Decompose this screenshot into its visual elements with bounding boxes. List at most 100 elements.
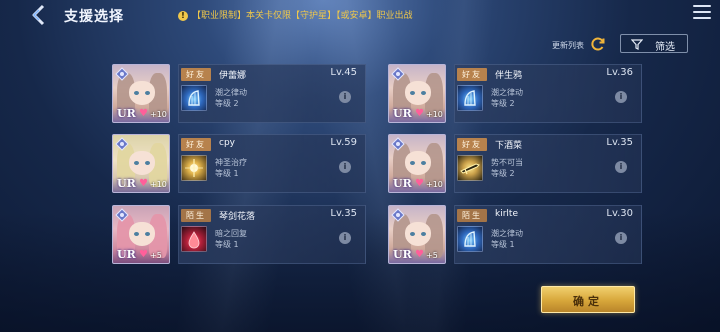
rarity-label: UR	[393, 107, 412, 120]
confirm-button[interactable]: 确定	[541, 286, 635, 313]
character-portrait: UR ♥ +5	[388, 205, 446, 264]
character-portrait: UR ♥ +10	[388, 134, 446, 193]
heart-icon: ♥	[415, 178, 424, 189]
support-card[interactable]: UR ♥ +10 好友 cpy Lv.59 神圣治疗 等级 1 i	[112, 134, 366, 193]
portrait-eye	[134, 91, 139, 95]
job-class-icon	[391, 208, 405, 222]
job-class-icon	[391, 67, 405, 81]
hamburger-icon-line	[693, 11, 711, 13]
job-class-icon	[391, 137, 405, 151]
skill-name: 潮之律动	[491, 229, 523, 238]
heart-icon: ♥	[139, 249, 148, 260]
portrait-eye	[421, 232, 426, 236]
support-card[interactable]: UR ♥ +5 陌生 kirlte Lv.30 潮之律动等级 1 i	[388, 205, 642, 264]
portrait-face	[129, 151, 155, 175]
heart-icon: ♥	[139, 108, 148, 119]
relation-tag: 好友	[457, 138, 487, 151]
support-card[interactable]: UR ♥ +10 好友 伴生鸦 Lv.36 潮之律动 等级 2 i	[388, 64, 642, 123]
job-class-icon	[115, 137, 129, 151]
portrait-eye	[145, 91, 150, 95]
info-icon[interactable]: i	[339, 232, 351, 244]
player-level: Lv.45	[330, 67, 357, 78]
character-portrait: UR ♥ +10	[112, 134, 170, 193]
info-icon[interactable]: i	[339, 161, 351, 173]
portrait-eye	[421, 161, 426, 165]
skill-name: 神圣治疗	[215, 158, 247, 167]
bond-level: +5	[426, 251, 438, 260]
player-name: 琴剑花落	[219, 212, 256, 222]
skill-level: 等级 1	[491, 240, 515, 249]
portrait-eye	[410, 161, 415, 165]
character-portrait: UR ♥ +10	[112, 64, 170, 123]
rarity-label: UR	[393, 248, 412, 261]
support-card[interactable]: UR ♥ +5 陌生 琴剑花落 Lv.35 暗之回复 等级 1 i	[112, 205, 366, 264]
blood-drop-icon	[181, 226, 207, 252]
hamburger-icon-line	[693, 17, 711, 19]
skill-level: 等级 2	[215, 99, 239, 108]
support-card[interactable]: UR ♥ +10 好友 伊蕾娜 Lv.45 潮之律动等级 2 i	[112, 64, 366, 123]
support-info-panel: 好友 下酒菜 Lv.35 势不可当 等级 2 i	[454, 134, 642, 193]
skill-level: 等级 2	[491, 169, 515, 178]
bond-level: +10	[426, 180, 443, 189]
back-button[interactable]	[28, 4, 50, 26]
chevron-left-icon	[32, 4, 45, 26]
skill-name: 潮之律动	[491, 88, 523, 97]
filter-button[interactable]: 筛选	[620, 34, 688, 53]
relation-tag: 陌生	[181, 209, 211, 222]
info-icon[interactable]: i	[615, 91, 627, 103]
relation-tag: 陌生	[457, 209, 487, 222]
relation-tag: 好友	[457, 68, 487, 81]
top-bar: 支援选择 ! 【职业限制】本关卡仅限【守护星】【或安卓】职业出战	[0, 0, 720, 30]
player-name: 伴生鸦	[495, 71, 523, 81]
harp-icon	[457, 85, 483, 111]
player-name: 伊蕾娜	[219, 71, 247, 81]
player-level: Lv.36	[606, 67, 633, 78]
rarity-label: UR	[117, 248, 136, 261]
rarity-label: UR	[393, 177, 412, 190]
rarity-label: UR	[117, 107, 136, 120]
refresh-icon	[591, 37, 605, 51]
rarity-label: UR	[117, 177, 136, 190]
portrait-face	[405, 222, 431, 246]
harp-icon	[457, 226, 483, 252]
info-icon[interactable]: i	[339, 91, 351, 103]
skill-level: 等级 1	[215, 240, 239, 249]
warning-icon: !	[178, 11, 188, 21]
relation-tag: 好友	[181, 138, 211, 151]
player-level: Lv.35	[606, 137, 633, 148]
player-level: Lv.30	[606, 208, 633, 219]
menu-button[interactable]	[693, 5, 711, 21]
job-class-icon	[115, 208, 129, 222]
portrait-eye	[145, 232, 150, 236]
skill-name: 潮之律动	[215, 88, 247, 97]
holy-light-icon	[181, 155, 207, 181]
support-card[interactable]: UR ♥ +10 好友 下酒菜 Lv.35 势不可当 等级 2 i	[388, 134, 642, 193]
relation-tag: 好友	[181, 68, 211, 81]
bond-level: +10	[150, 180, 167, 189]
hamburger-icon-line	[693, 5, 711, 7]
info-icon[interactable]: i	[615, 161, 627, 173]
job-class-icon	[115, 67, 129, 81]
support-info-panel: 好友 伴生鸦 Lv.36 潮之律动 等级 2 i	[454, 64, 642, 123]
portrait-eye	[134, 161, 139, 165]
info-icon[interactable]: i	[615, 232, 627, 244]
portrait-face	[405, 151, 431, 175]
restriction-notice-text: 【职业限制】本关卡仅限【守护星】【或安卓】职业出战	[192, 11, 413, 21]
player-name: kirlte	[495, 209, 518, 219]
harp-icon	[181, 85, 207, 111]
player-name: 下酒菜	[495, 141, 523, 151]
refresh-button[interactable]	[590, 36, 606, 52]
support-info-panel: 好友 伊蕾娜 Lv.45 潮之律动等级 2 i	[178, 64, 366, 123]
support-info-panel: 陌生 kirlte Lv.30 潮之律动等级 1 i	[454, 205, 642, 264]
player-name: cpy	[219, 138, 235, 148]
heart-icon: ♥	[415, 108, 424, 119]
restriction-notice: ! 【职业限制】本关卡仅限【守护星】【或安卓】职业出战	[178, 8, 413, 21]
sword-icon	[457, 155, 483, 181]
portrait-eye	[410, 232, 415, 236]
portrait-eye	[134, 232, 139, 236]
heart-icon: ♥	[139, 178, 148, 189]
portrait-eye	[410, 91, 415, 95]
confirm-label: 确定	[573, 295, 603, 308]
character-portrait: UR ♥ +10	[388, 64, 446, 123]
bond-level: +5	[150, 251, 162, 260]
